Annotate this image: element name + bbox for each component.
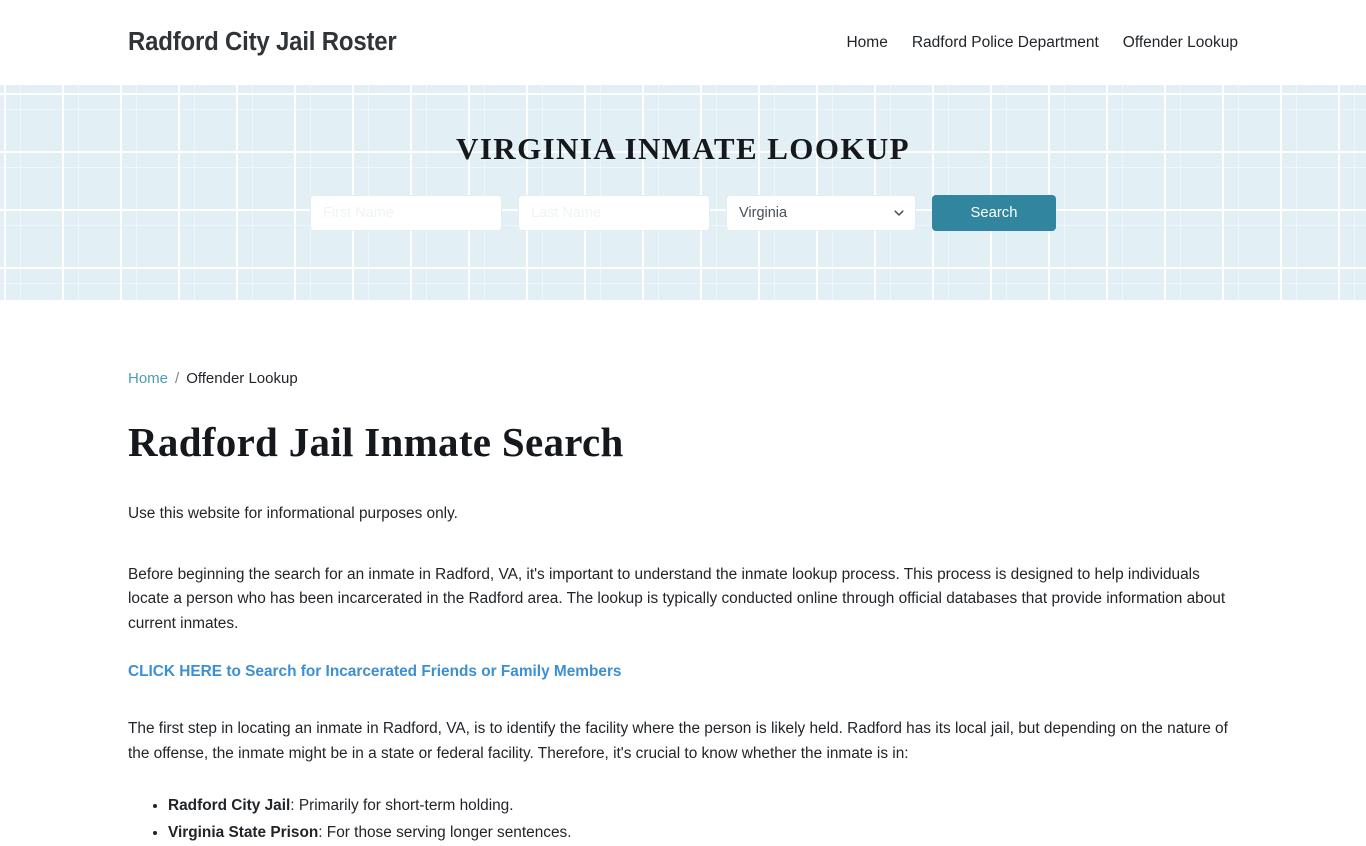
- inmate-search-form: Virginia Search: [310, 195, 1056, 231]
- nav-item-home[interactable]: Home: [846, 34, 887, 52]
- state-select-wrapper: Virginia: [726, 195, 916, 231]
- page-title: Radford Jail Inmate Search: [128, 419, 624, 465]
- breadcrumb-separator: /: [175, 370, 180, 387]
- paragraph-first-step: The first step in locating an inmate in …: [128, 720, 1228, 762]
- state-select[interactable]: Virginia: [726, 195, 916, 231]
- facility-name: Radford City Jail: [168, 797, 291, 814]
- list-item: Virginia State Prison: For those serving…: [168, 819, 1238, 846]
- hero-section: VIRGINIA INMATE LOOKUP Virginia Search: [0, 85, 1366, 300]
- main-content: Home / Offender Lookup Radford Jail Inma…: [0, 300, 1366, 846]
- intro-paragraph: Use this website for informational purpo…: [128, 505, 458, 522]
- facility-name: Virginia State Prison: [168, 824, 319, 841]
- facility-description: : Primarily for short-term holding.: [290, 797, 514, 814]
- breadcrumb-current: Offender Lookup: [186, 370, 298, 387]
- site-brand-link[interactable]: Radford City Jail Roster: [128, 28, 397, 57]
- paragraph-lookup-process: Before beginning the search for an inmat…: [128, 565, 1226, 632]
- nav-item-radford-police-department[interactable]: Radford Police Department: [912, 34, 1099, 52]
- nav-item-offender-lookup[interactable]: Offender Lookup: [1123, 34, 1238, 52]
- search-button[interactable]: Search: [932, 195, 1056, 231]
- list-item: Radford City Jail: Primarily for short-t…: [168, 792, 1238, 819]
- hero-title: VIRGINIA INMATE LOOKUP: [456, 131, 910, 166]
- cta-search-link[interactable]: CLICK HERE to Search for Incarcerated Fr…: [128, 663, 622, 681]
- site-header: Radford City Jail Roster Home Radford Po…: [0, 0, 1366, 85]
- last-name-input[interactable]: [518, 195, 710, 231]
- facility-list: Radford City Jail: Primarily for short-t…: [128, 792, 1238, 846]
- breadcrumb-link-home[interactable]: Home: [128, 370, 168, 387]
- facility-description: : For those serving longer sentences.: [318, 824, 572, 841]
- breadcrumb: Home / Offender Lookup: [128, 370, 1238, 387]
- first-name-input[interactable]: [310, 195, 502, 231]
- main-navigation: Home Radford Police Department Offender …: [846, 34, 1238, 52]
